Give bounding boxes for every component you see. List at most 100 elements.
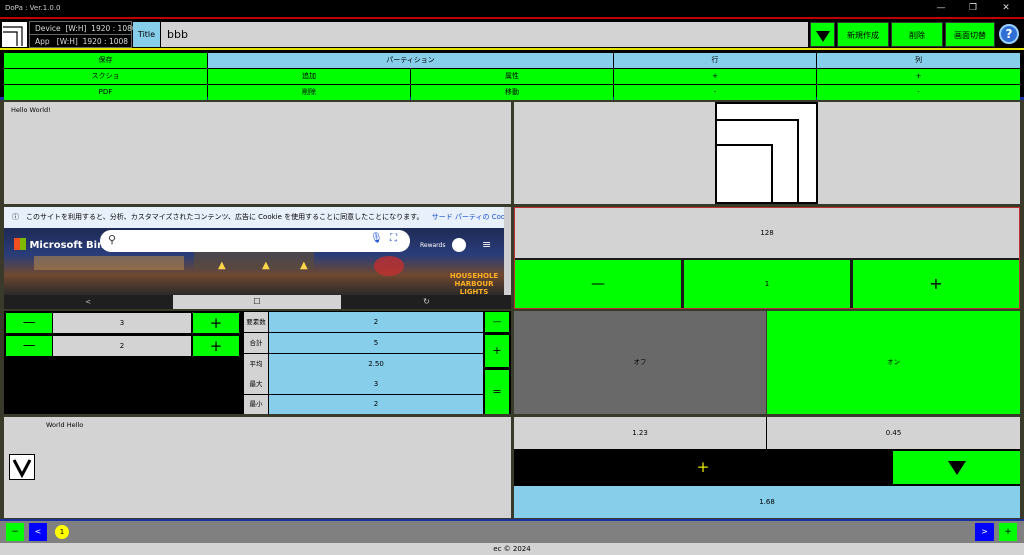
browser-scrollbar[interactable] — [504, 207, 511, 295]
counter-panel: 128 — 1 + — [514, 207, 1020, 309]
device-size-text: Device [W:H] 1920 : 1080 — [30, 22, 137, 35]
stepper2-plus-button[interactable]: + — [193, 336, 239, 356]
equals-button[interactable]: = — [485, 370, 509, 414]
cookie-text: このサイトを利用すると、分析、カスタマイズされたコンテンツ、広告に Cookie… — [26, 213, 424, 221]
stats-panel: — 3 + — 2 + 要素数 2 合計 5 平均 2.50 最大 3 最小 2… — [4, 311, 511, 414]
stepper1-value[interactable]: 3 — [53, 313, 191, 333]
delete-button[interactable]: 削除 — [891, 22, 943, 47]
cookie-banner: ⓘ このサイトを利用すると、分析、カスタマイズされたコンテンツ、広告に Cook… — [4, 207, 504, 228]
harbour-sign: HOUSEHOLE HARBOUR LIGHTS — [449, 272, 499, 295]
stat-value: 3 — [269, 374, 483, 394]
window-titlebar: DoPa : Ver.1.0.0 — ❐ ✕ — [0, 0, 1024, 17]
toggle-off-button[interactable]: オフ — [514, 311, 766, 414]
stat-label: 平均 — [244, 354, 268, 374]
column-remove-button[interactable]: - — [817, 85, 1020, 100]
window-title: DoPa : Ver.1.0.0 — [5, 4, 61, 12]
save-button[interactable]: 保存 — [4, 53, 207, 68]
row-remove-button[interactable]: - — [614, 85, 816, 100]
bing-search-input[interactable]: ⚲ 🎙 ⛶ — [100, 230, 410, 252]
column-add-button[interactable]: + — [817, 69, 1020, 84]
stat-value: 2 — [269, 312, 483, 332]
pdf-button[interactable]: PDF — [4, 85, 207, 100]
footer-copyright: ec © 2024 — [0, 543, 1024, 555]
bing-brand[interactable]: Microsoft Bing — [14, 238, 111, 251]
next-page-button[interactable]: > — [975, 523, 994, 541]
minimize-button[interactable]: — — [926, 0, 956, 17]
toolbar: 保存 スクショ PDF パーティション 追加 属性 削除 移動 行 + - 列 … — [0, 48, 1024, 100]
column-label: 列 — [817, 53, 1020, 68]
switch-screen-button[interactable]: 画面切替 — [945, 22, 995, 47]
visual-search-icon[interactable]: ⛶ — [390, 233, 397, 244]
title-label: Title — [133, 22, 160, 47]
title-input[interactable]: bbb — [161, 22, 808, 47]
counter-value: 128 — [515, 208, 1019, 258]
app-header: Device [W:H] 1920 : 1080 App [W:H] 1920 … — [0, 17, 1024, 48]
zoom-in-button[interactable]: + — [999, 523, 1017, 541]
subtract-button[interactable]: — — [485, 312, 509, 332]
dropdown-triangle-icon — [948, 461, 966, 475]
counter-plus-button[interactable]: + — [853, 260, 1019, 308]
add-button[interactable]: + — [485, 335, 509, 367]
add-numbers-button[interactable]: + — [514, 451, 892, 484]
microphone-icon[interactable]: 🎙 — [370, 233, 383, 244]
stepper2-minus-button[interactable]: — — [6, 336, 52, 356]
maximize-button[interactable]: ❐ — [958, 0, 988, 17]
page-indicator: 1 — [55, 525, 69, 539]
addition-panel: 1.23 0.45 + 1.68 — [514, 417, 1020, 518]
world-hello-text: World Hello — [46, 421, 84, 429]
browser-back-button[interactable]: < — [4, 295, 172, 309]
move-button[interactable]: 移動 — [411, 85, 613, 100]
stepper2-value[interactable]: 2 — [53, 336, 191, 356]
browser-refresh-button[interactable]: ↻ — [342, 295, 511, 309]
rewards-link[interactable]: Rewards — [420, 242, 445, 249]
row-add-button[interactable]: + — [614, 69, 816, 84]
add-partition-button[interactable]: 追加 — [208, 69, 410, 84]
tree-light-icon: ▲ — [218, 260, 226, 271]
device-info: Device [W:H] 1920 : 1080 App [W:H] 1920 … — [29, 21, 137, 48]
counter-step-value[interactable]: 1 — [684, 260, 850, 308]
cookie-link[interactable]: サード パーティの Cook — [432, 213, 504, 221]
operation-dropdown-button[interactable] — [893, 451, 1020, 484]
stat-label: 最大 — [244, 374, 268, 394]
app-window: DoPa : Ver.1.0.0 — ❐ ✕ Device [W:H] 1920… — [0, 0, 1024, 555]
row-label: 行 — [614, 53, 816, 68]
checkmark-icon[interactable] — [9, 454, 35, 480]
close-button[interactable]: ✕ — [991, 0, 1021, 17]
stepper1-minus-button[interactable]: — — [6, 313, 52, 333]
browser-home-button[interactable]: ☐ — [173, 295, 341, 309]
stat-label: 合計 — [244, 333, 268, 353]
search-icon: ⚲ — [108, 233, 117, 246]
microsoft-logo-icon — [14, 238, 26, 250]
stat-label: 最小 — [244, 395, 268, 414]
stepper1-plus-button[interactable]: + — [193, 313, 239, 333]
tree-light-icon: ▲ — [262, 260, 270, 271]
pagination-bar: − < 1 > + — [0, 519, 1024, 543]
help-button[interactable]: ? — [995, 21, 1023, 48]
title-dropdown-button[interactable] — [810, 22, 835, 47]
partition-label: パーティション — [208, 53, 613, 68]
menu-icon[interactable]: ≡ — [482, 238, 491, 251]
browser-panel: ⓘ このサイトを利用すると、分析、カスタマイズされたコンテンツ、広告に Cook… — [4, 207, 511, 309]
prev-page-button[interactable]: < — [29, 523, 47, 541]
new-button[interactable]: 新規作成 — [837, 22, 889, 47]
attribute-button[interactable]: 属性 — [411, 69, 613, 84]
remove-partition-button[interactable]: 削除 — [208, 85, 410, 100]
help-icon: ? — [999, 24, 1019, 44]
counter-minus-button[interactable]: — — [515, 260, 681, 308]
toggle-on-button[interactable]: オン — [767, 311, 1020, 414]
bell-light-icon — [374, 256, 404, 276]
number-b-field[interactable]: 0.45 — [767, 417, 1020, 449]
app-logo-icon — [2, 22, 27, 47]
logo-image-icon — [715, 102, 818, 204]
number-a-field[interactable]: 1.23 — [514, 417, 766, 449]
hello-panel: Hello World! — [4, 102, 511, 204]
app-size-text: App [W:H] 1920 : 1008 — [35, 37, 129, 46]
world-hello-panel: World Hello — [4, 417, 511, 518]
zoom-out-button[interactable]: − — [6, 523, 24, 541]
stat-value: 2.50 — [269, 354, 483, 374]
stat-value: 5 — [269, 333, 483, 353]
logo-panel — [514, 102, 1020, 204]
screenshot-button[interactable]: スクショ — [4, 69, 207, 84]
tree-light-icon: ▲ — [300, 260, 308, 271]
rewards-icon[interactable] — [452, 238, 466, 252]
